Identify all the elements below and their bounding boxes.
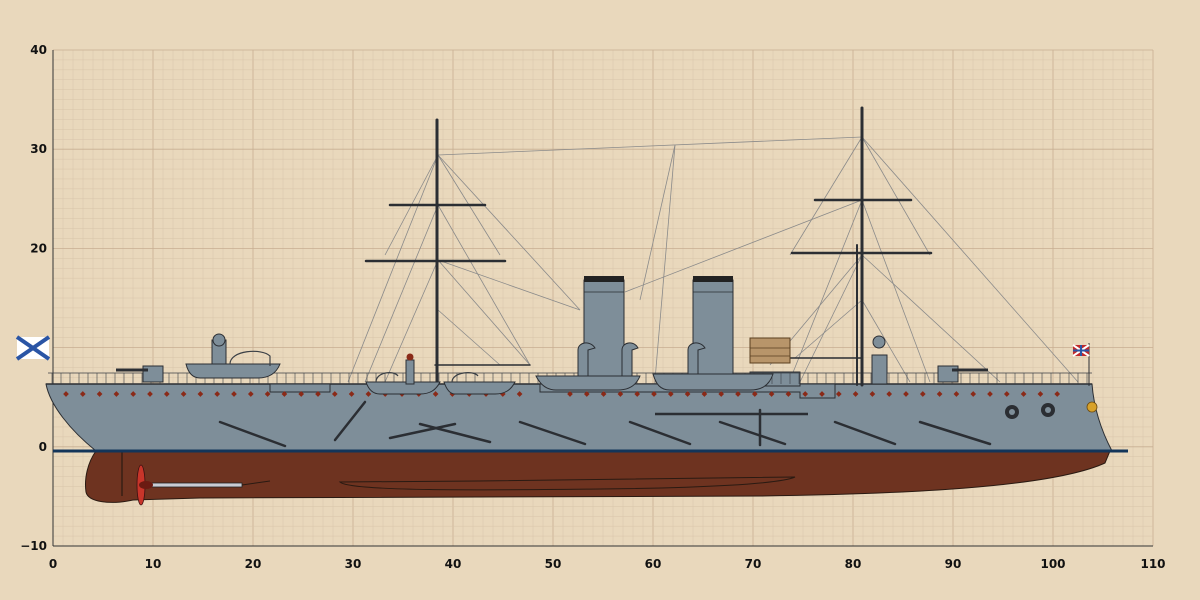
- searchlight-forward: [211, 333, 227, 365]
- russian-jack-icon: [1072, 344, 1090, 357]
- bow-ornament-icon: [1086, 401, 1098, 413]
- x-tick-label: 30: [345, 557, 362, 571]
- y-tick-label: 40: [30, 43, 47, 57]
- y-tick-label: 30: [30, 142, 47, 156]
- searchlight-aft: [871, 335, 888, 385]
- lower-hull: [85, 450, 1111, 503]
- x-tick-label: 110: [1140, 557, 1165, 571]
- y-tick-label: −10: [20, 539, 47, 553]
- x-tick-label: 0: [49, 557, 57, 571]
- st-andrews-ensign-icon: [15, 335, 51, 361]
- ship-plan-drawing: 0 10 20 30 40 50 60 70 80 90 100 1104030200−10: [15, 43, 1166, 571]
- x-tick-label: 10: [145, 557, 162, 571]
- x-tick-label: 60: [645, 557, 662, 571]
- chart-house: [749, 337, 791, 364]
- y-tick-label: 0: [39, 440, 47, 454]
- propeller-shaft: [149, 482, 243, 488]
- x-tick-label: 20: [245, 557, 262, 571]
- x-tick-label: 90: [945, 557, 962, 571]
- x-tick-label: 80: [845, 557, 862, 571]
- x-tick-label: 100: [1040, 557, 1065, 571]
- x-tick-label: 70: [745, 557, 762, 571]
- x-tick-label: 40: [445, 557, 462, 571]
- y-tick-label: 20: [30, 241, 47, 255]
- x-tick-label: 50: [545, 557, 562, 571]
- foremast: [364, 118, 531, 387]
- funnel-forward: [583, 276, 625, 379]
- binnacle: [405, 353, 415, 385]
- funnel-aft: [692, 276, 734, 379]
